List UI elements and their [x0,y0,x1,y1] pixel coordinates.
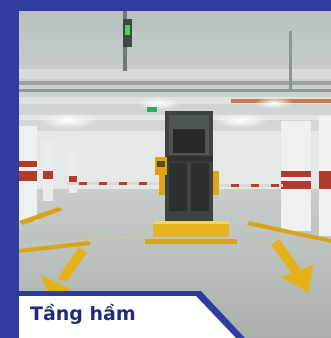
parking-photo [19,11,331,338]
underground-parking-scene [19,11,331,338]
booth-base [153,223,229,237]
caption-box: Tầng hầm [19,291,245,338]
image-card: Tầng hầm [0,0,331,338]
ceiling-pipe [19,81,331,85]
ceiling-light [39,113,99,129]
caption-label: Tầng hầm [30,303,136,325]
